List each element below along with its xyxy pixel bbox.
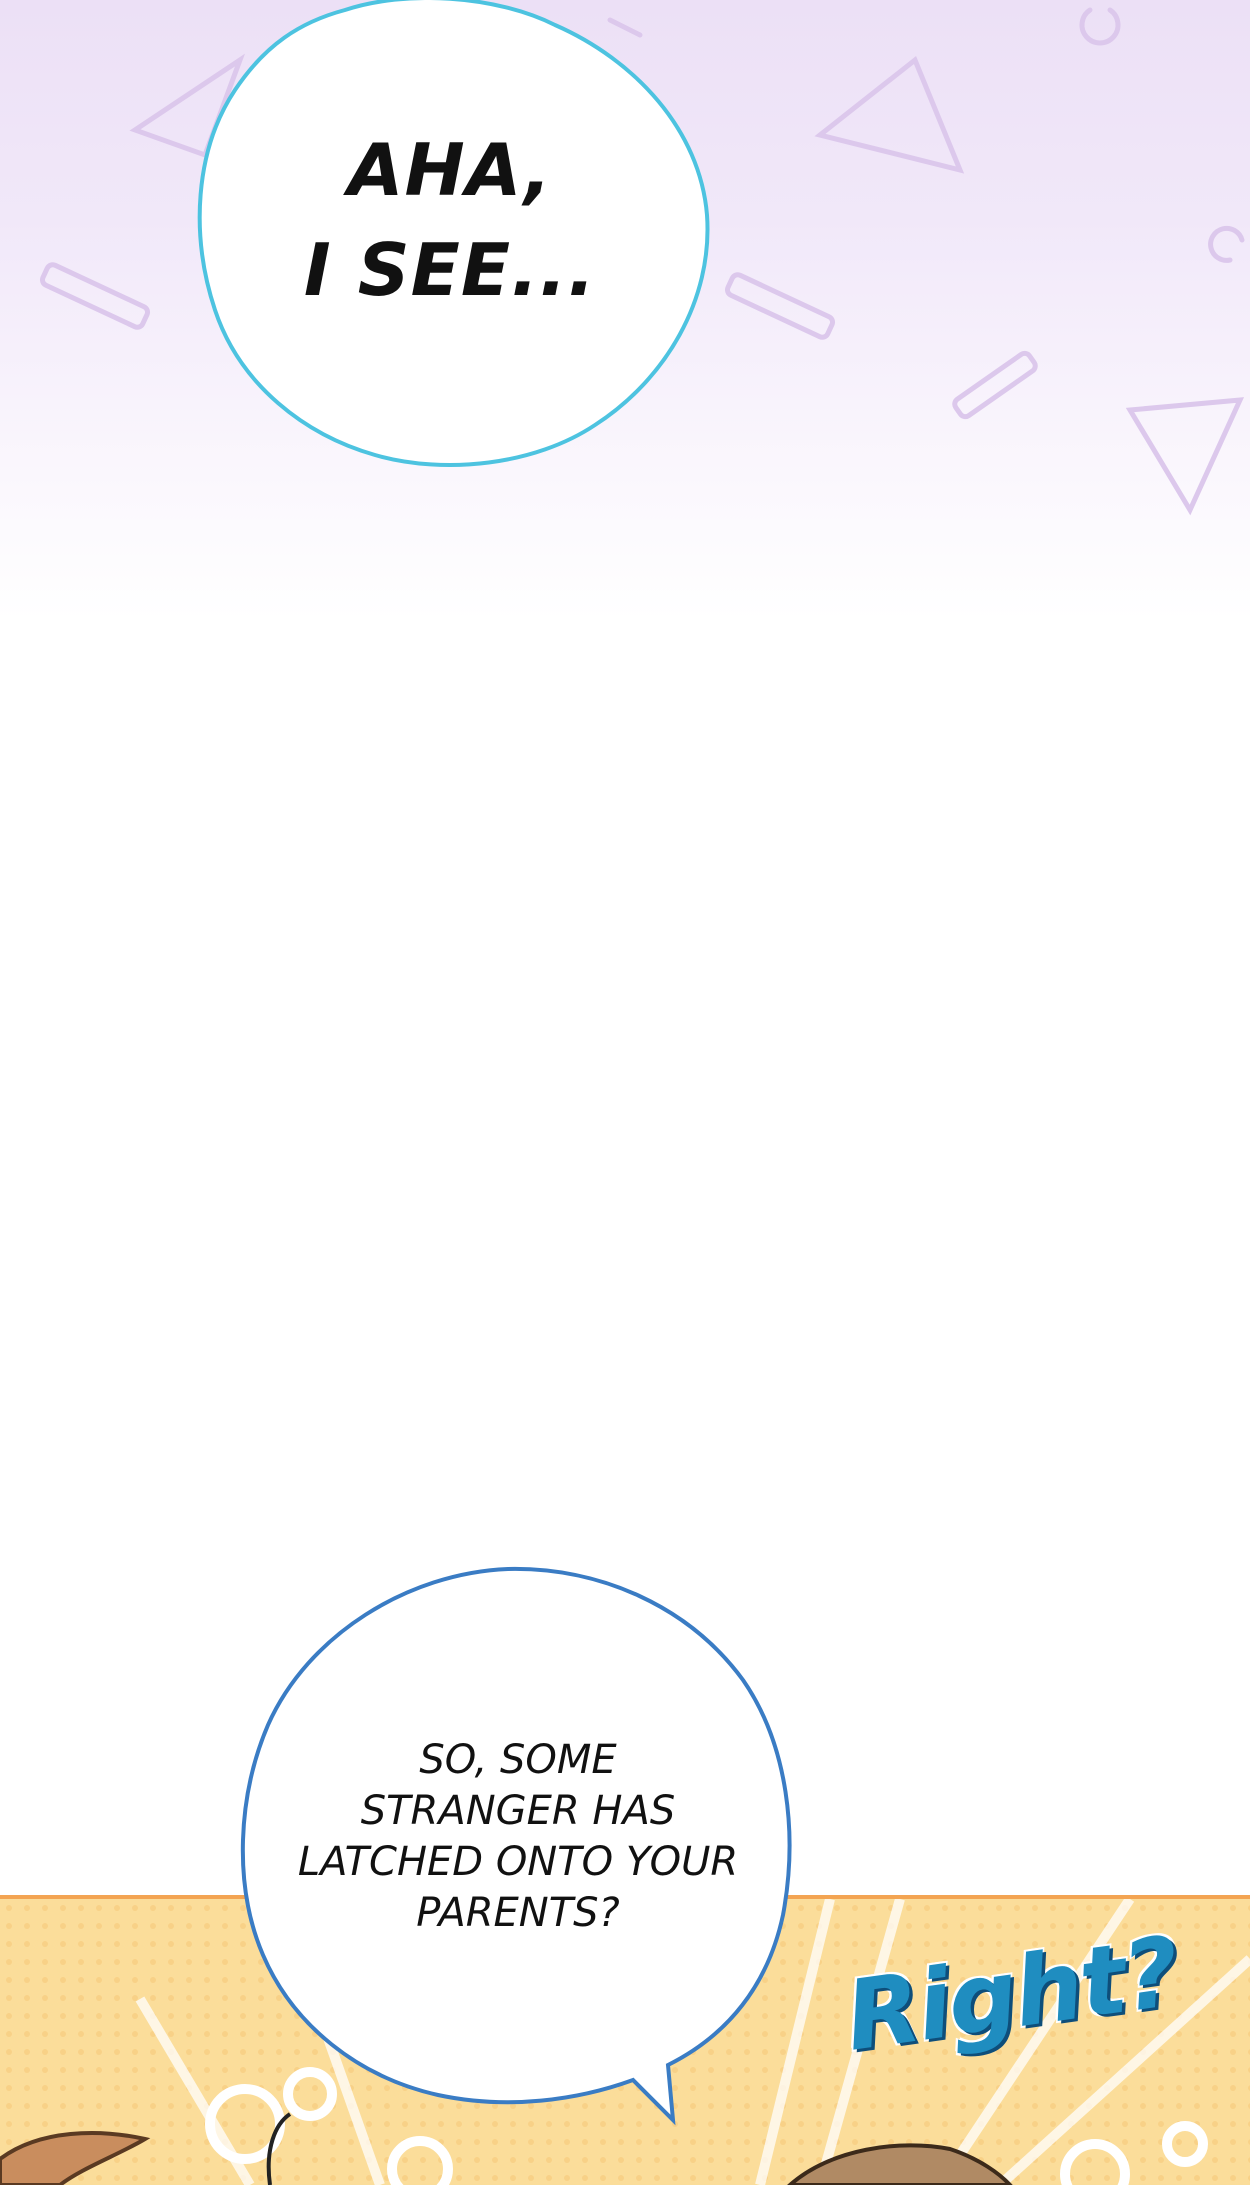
speech-bubble-top: AHA, I SEE... xyxy=(195,0,715,475)
dash-doodle xyxy=(39,262,151,330)
swirl-doodle xyxy=(1208,225,1245,263)
swirl-doodle xyxy=(1079,7,1121,46)
triangle-doodle xyxy=(814,55,965,174)
triangle-doodle xyxy=(1125,397,1245,516)
speech-bubble-bottom: SO, SOME STRANGER HAS LATCHED ONTO YOUR … xyxy=(238,1565,798,2135)
speech-bubble-text: SO, SOME STRANGER HAS LATCHED ONTO YOUR … xyxy=(297,1737,739,1936)
speech-bubble-text: AHA, I SEE... xyxy=(303,128,597,312)
dash-doodle xyxy=(952,350,1038,420)
dash-doodle xyxy=(724,272,836,340)
